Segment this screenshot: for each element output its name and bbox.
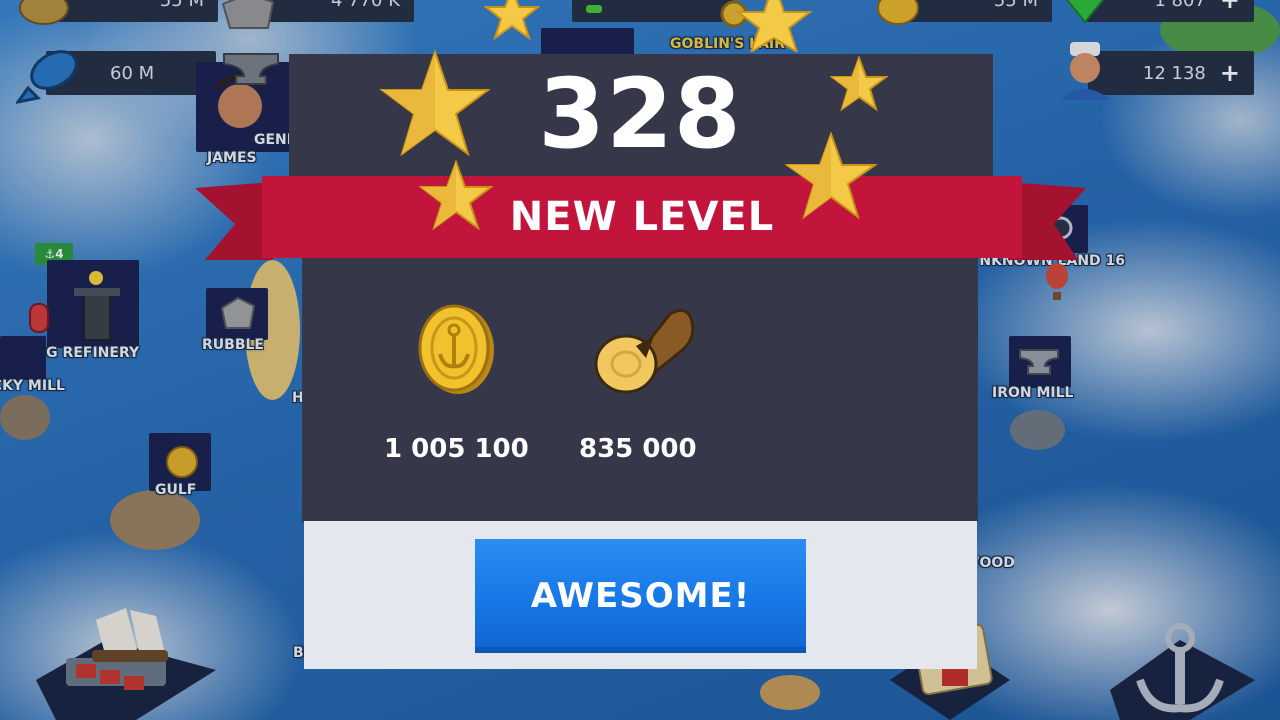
- log-icon: [594, 308, 695, 395]
- new-level-title: NEW LEVEL: [509, 194, 775, 240]
- awesome-button-label: AWESOME!: [530, 576, 751, 616]
- star-icon: [785, 132, 877, 220]
- coin-icon: [418, 304, 494, 394]
- star-icon: [419, 160, 493, 230]
- star-icon: [484, 0, 540, 41]
- level-number: 328: [538, 58, 742, 170]
- star-icon: [380, 50, 490, 156]
- awesome-button[interactable]: AWESOME!: [475, 539, 806, 653]
- reward-coins-value: 1 005 100: [384, 434, 529, 464]
- star-icon: [830, 56, 888, 112]
- new-level-ribbon: NEW LEVEL: [262, 176, 1022, 258]
- star-icon: [736, 0, 812, 52]
- reward-wood-value: 835 000: [579, 434, 697, 464]
